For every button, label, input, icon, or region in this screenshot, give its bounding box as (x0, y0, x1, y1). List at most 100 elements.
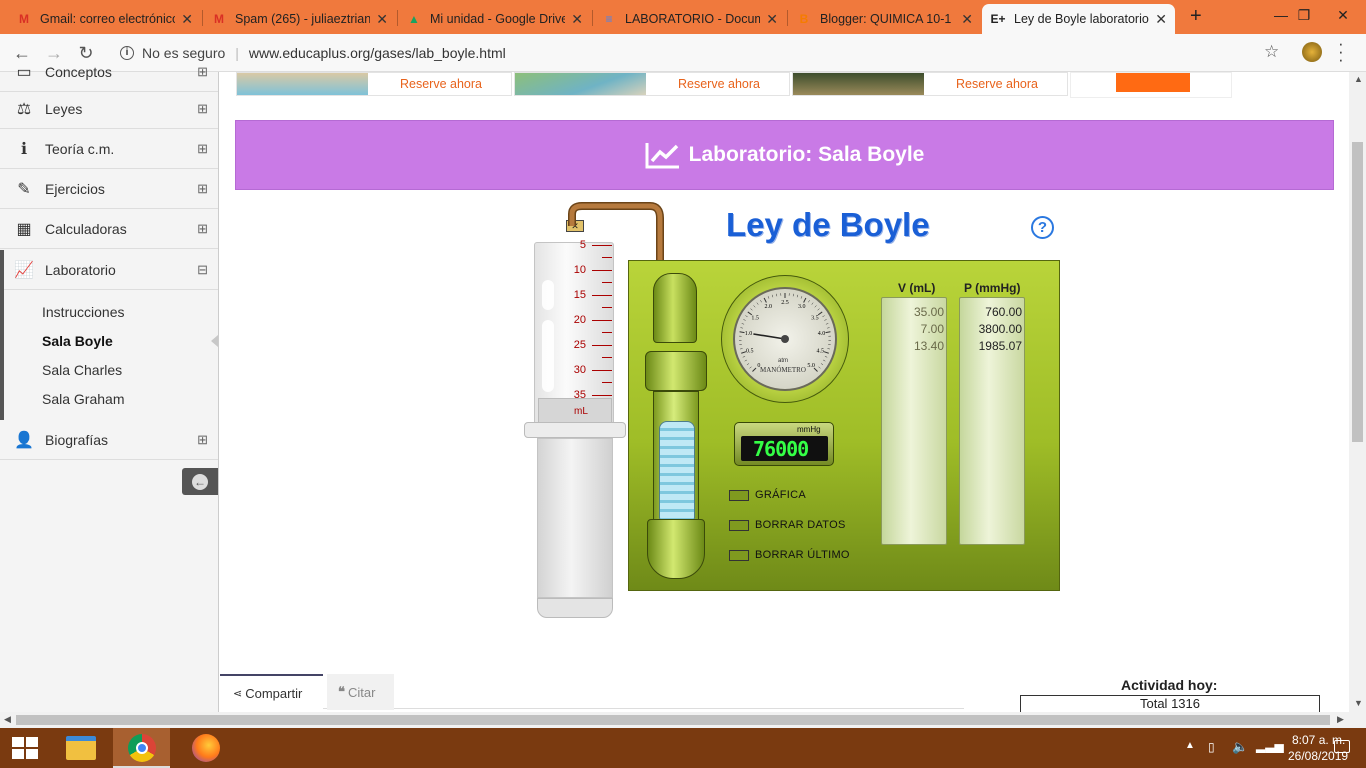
sidebar-item-label: Calculadoras (45, 220, 127, 237)
scroll-left-arrow-icon[interactable]: ◀ (4, 714, 11, 725)
sidebar-subitem-sala-boyle[interactable]: Sala Boyle (42, 333, 113, 349)
sidebar-subitem-instrucciones[interactable]: Instrucciones (42, 304, 124, 320)
notifications-icon[interactable] (1334, 740, 1350, 753)
expand-icon[interactable]: ⊞ (197, 141, 208, 157)
expand-icon[interactable]: ⊞ (197, 64, 208, 80)
tab-4[interactable]: ≡ LABORATORIO - Documento ✕ (593, 4, 786, 34)
sidebar-item-ejercicios[interactable]: ✎ Ejercicios ⊞ (0, 169, 218, 209)
volume-cell: 7.00 (920, 322, 944, 336)
gmail-icon: M (19, 12, 29, 26)
new-tab-button[interactable]: + (1190, 5, 1202, 28)
lab-button-gráfica[interactable]: GRÁFICA (729, 489, 806, 501)
sidebar-subitem-sala-charles[interactable]: Sala Charles (42, 362, 122, 378)
ad-banner-2[interactable]: Reserve ahora (514, 72, 790, 96)
profile-avatar[interactable] (1302, 42, 1322, 62)
gauge-tick (760, 300, 762, 303)
firefox-icon[interactable] (192, 734, 220, 762)
scroll-right-arrow-icon[interactable]: ▶ (1337, 714, 1344, 725)
hscroll-thumb[interactable] (16, 715, 1330, 725)
windows-taskbar: ▲ ▯ 🔈 ▂▃▅ 8:07 a. m. 26/08/2019 (0, 728, 1366, 768)
button-box[interactable] (729, 489, 749, 501)
sidebar-item-laboratorio[interactable]: 📈 Laboratorio ⊟ (0, 250, 218, 290)
menu-dots-icon[interactable]: · · · (1338, 35, 1344, 68)
gauge-tick (824, 319, 827, 321)
gauge-tick (771, 294, 774, 298)
close-window-icon[interactable]: ✕ (1320, 0, 1366, 30)
ad-banner-4[interactable] (1070, 72, 1232, 98)
gauge-tick-label: 1.0 (745, 331, 753, 337)
collapse-icon[interactable]: ⊟ (197, 262, 208, 278)
ad-banner-3[interactable]: Reserve ahora (792, 72, 1068, 96)
gauge-tick (818, 366, 821, 369)
tab-2[interactable]: M Spam (265) - juliaeztrian ✕ (203, 4, 396, 34)
button-box[interactable] (729, 519, 749, 531)
syringe-unit: mL (574, 406, 588, 417)
close-tab-icon[interactable]: ✕ (961, 11, 973, 28)
cylinder-bottom (647, 519, 705, 579)
help-button[interactable]: ? (1031, 216, 1054, 239)
gauge-tick (811, 302, 814, 305)
tab-title: Ley de Boyle laboratorio (1014, 12, 1149, 26)
chrome-taskbar-button[interactable] (113, 728, 170, 768)
sidebar-item-calculadoras[interactable]: ▦ Calculadoras ⊞ (0, 209, 218, 249)
gauge-hub (781, 335, 789, 343)
tab-compartir[interactable]: ⋖ Compartir (220, 674, 323, 710)
address-bar[interactable]: i No es seguro | www.educaplus.org/gases… (110, 38, 1294, 68)
lab-heading: Ley de Boyle (726, 206, 930, 243)
horizontal-scrollbar[interactable]: ◀ ▶ (0, 712, 1366, 728)
chrome-icon (128, 734, 156, 762)
sidebar-item-biograf-as[interactable]: 👤 Biografías ⊞ (0, 420, 218, 460)
lab-button-borrar-datos[interactable]: BORRAR DATOS (729, 519, 846, 531)
expand-icon[interactable]: ⊞ (197, 101, 208, 117)
pencil-icon: ✎ (17, 180, 31, 198)
syringe-plunger-rod (537, 438, 613, 598)
tab-6[interactable]: E+ Ley de Boyle laboratorio ✕ (982, 4, 1175, 34)
syringe-flange[interactable] (524, 422, 626, 438)
sidebar-item-leyes[interactable]: ⚖ Leyes ⊞ (0, 89, 218, 129)
scroll-down-arrow-icon[interactable]: ▼ (1354, 698, 1363, 708)
tab-3[interactable]: ▲ Mi unidad - Google Drive ✕ (398, 4, 591, 34)
scroll-thumb[interactable] (1352, 142, 1363, 442)
expand-icon[interactable]: ⊞ (197, 432, 208, 448)
tab-5[interactable]: B Blogger: QUIMICA 10-1 ✕ (788, 4, 981, 34)
close-tab-icon[interactable]: ✕ (766, 11, 778, 28)
button-box[interactable] (729, 549, 749, 561)
tab-1[interactable]: M Gmail: correo electrónico ✕ (8, 4, 201, 34)
close-tab-icon[interactable]: ✕ (1155, 11, 1167, 28)
close-tab-icon[interactable]: ✕ (181, 11, 193, 28)
quote-icon: ❝ (338, 684, 345, 699)
ad-banner-1[interactable]: Reserve ahora (236, 72, 512, 96)
ad-cta[interactable]: Reserve ahora (956, 77, 1038, 91)
lab-button-borrar-último[interactable]: BORRAR ÚLTIMO (729, 549, 850, 561)
tab-citar[interactable]: ❝ Citar (327, 674, 394, 710)
file-explorer-icon[interactable] (66, 736, 96, 760)
expand-icon[interactable]: ⊞ (197, 181, 208, 197)
gmail-icon: M (214, 12, 224, 26)
sidebar-subitem-sala-graham[interactable]: Sala Graham (42, 391, 124, 407)
vertical-scrollbar[interactable]: ▲ ▼ (1349, 72, 1366, 712)
ad-cta[interactable]: Reserve ahora (678, 77, 760, 91)
activity-title: Actividad hoy: (1121, 677, 1218, 693)
collapse-sidebar-button[interactable]: ← (182, 468, 218, 495)
ad-cta[interactable]: Reserve ahora (400, 77, 482, 91)
activity-box: Total 1316 (1020, 695, 1320, 712)
tray-chevron-icon[interactable]: ▲ (1185, 740, 1195, 751)
device-icon[interactable]: ▯ (1208, 740, 1215, 754)
close-tab-icon[interactable]: ✕ (571, 11, 583, 28)
network-icon[interactable]: ▂▃▅ (1256, 739, 1284, 753)
url-text[interactable]: www.educaplus.org/gases/lab_boyle.html (249, 45, 506, 61)
browser-tab-strip: M Gmail: correo electrónico ✕ M Spam (265) -… (0, 0, 1366, 34)
syringe-plunger-base (537, 598, 613, 618)
gauge-tick-label: 4.5 (816, 348, 824, 354)
expand-icon[interactable]: ⊞ (197, 221, 208, 237)
educaplus-icon: E+ (990, 12, 1006, 26)
active-sub-indicator (0, 260, 4, 420)
volume-icon[interactable]: 🔈 (1232, 739, 1248, 755)
scroll-up-arrow-icon[interactable]: ▲ (1354, 74, 1363, 84)
windows-start-icon[interactable] (12, 737, 38, 759)
sidebar-item-conceptos[interactable]: ▭ Conceptos ⊞ (0, 52, 218, 92)
star-icon[interactable]: ☆ (1264, 42, 1279, 62)
display-screen: 76000 (741, 436, 828, 461)
close-tab-icon[interactable]: ✕ (376, 11, 388, 28)
sidebar-item-teor-a-c-m-[interactable]: ℹ Teoría c.m. ⊞ (0, 129, 218, 169)
